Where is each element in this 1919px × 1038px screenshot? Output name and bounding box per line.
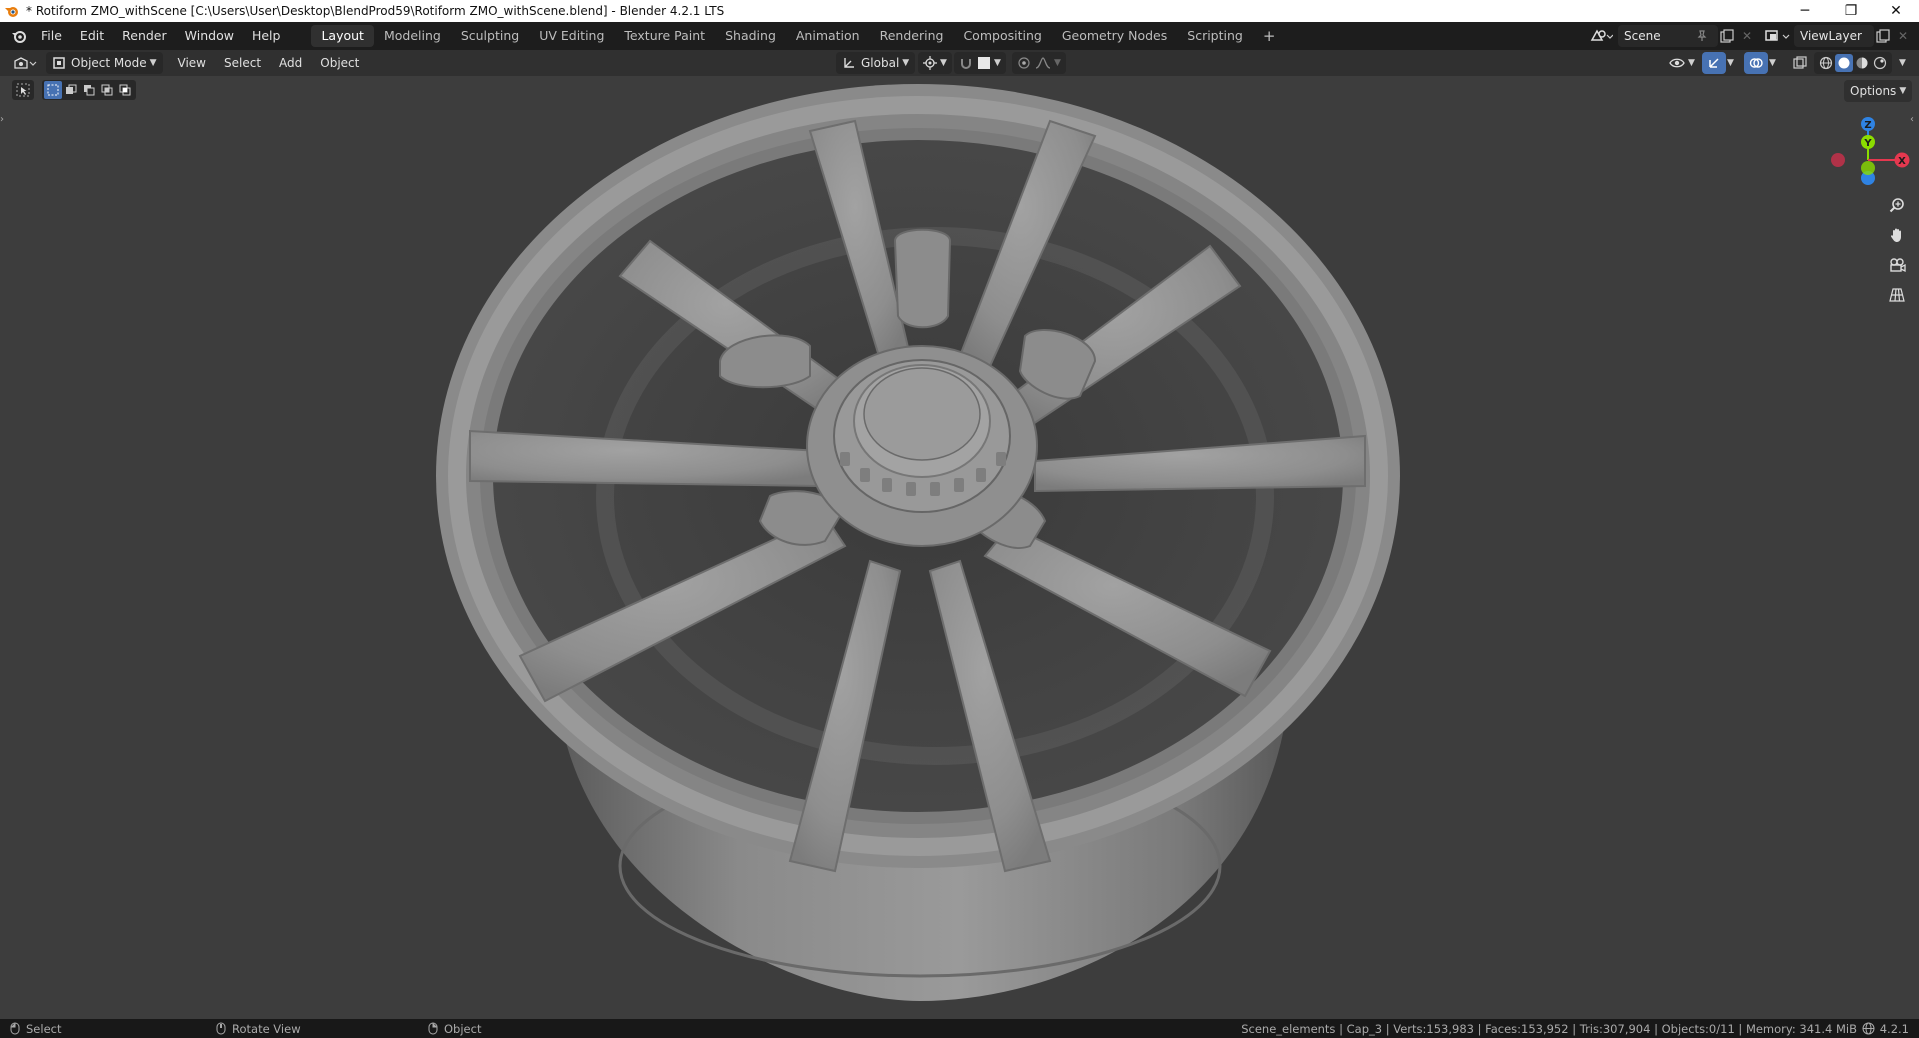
- menu-object[interactable]: Object: [311, 56, 368, 70]
- scene-name: Scene: [1624, 29, 1661, 43]
- solid-shading-icon[interactable]: [1835, 54, 1853, 72]
- view-layer-field[interactable]: ViewLayer: [1794, 25, 1874, 47]
- tab-rendering[interactable]: Rendering: [870, 25, 954, 47]
- selectability-visibility-dropdown[interactable]: ▼: [1666, 52, 1698, 74]
- overlays-icon: [1749, 56, 1763, 70]
- tab-sculpting[interactable]: Sculpting: [451, 25, 529, 47]
- gizmo-toggle-button[interactable]: [1702, 52, 1726, 74]
- falloff-curve-icon: [1035, 56, 1051, 70]
- menu-edit[interactable]: Edit: [71, 22, 113, 50]
- scene-statistics: Scene_elements | Cap_3 | Verts:153,983 |…: [1241, 1021, 1857, 1036]
- transform-orientation-dropdown[interactable]: Global ▼: [836, 52, 916, 74]
- chevron-down-icon: ▼: [940, 58, 947, 68]
- tab-uv-editing[interactable]: UV Editing: [529, 25, 614, 47]
- tab-texture-paint[interactable]: Texture Paint: [614, 25, 715, 47]
- chevron-down-icon: ▼: [149, 58, 157, 68]
- tab-compositing[interactable]: Compositing: [953, 25, 1051, 47]
- 3d-viewport[interactable]: Options ▼ › ‹ X Y Z: [0, 76, 1919, 1019]
- chevron-down-icon: ▼: [994, 58, 1001, 68]
- maximize-button[interactable]: ❐: [1828, 0, 1874, 22]
- new-scene-icon[interactable]: [1718, 27, 1736, 45]
- gizmo-dropdown[interactable]: ▼: [1724, 52, 1734, 74]
- overlays-toggle-button[interactable]: [1744, 52, 1768, 74]
- material-preview-icon[interactable]: [1853, 56, 1871, 70]
- chevron-down-icon: ▼: [1688, 58, 1695, 68]
- mode-dropdown[interactable]: Object Mode ▼: [46, 52, 163, 74]
- delete-view-layer-icon[interactable]: ✕: [1894, 27, 1912, 45]
- xray-toggle-button[interactable]: [1790, 52, 1810, 74]
- editor-type-button[interactable]: [10, 52, 40, 74]
- mouse-left-icon: [10, 1022, 20, 1035]
- tab-animation[interactable]: Animation: [786, 25, 870, 47]
- wheel-model[interactable]: [0, 76, 1919, 1019]
- window-titlebar: * Rotiform ZMO_withScene [C:\Users\User\…: [0, 0, 1919, 22]
- status-object-label: Object: [444, 1021, 482, 1036]
- menu-select[interactable]: Select: [215, 56, 270, 70]
- shading-mode-group: [1814, 52, 1892, 74]
- menu-file[interactable]: File: [32, 22, 71, 50]
- orientation-axes-icon: [842, 56, 856, 70]
- status-rotate-view-label: Rotate View: [232, 1021, 301, 1036]
- mode-label: Object Mode: [71, 56, 147, 70]
- view-layer-name: ViewLayer: [1800, 29, 1862, 43]
- snap-target-icon: [977, 56, 991, 70]
- close-window-button[interactable]: ✕: [1873, 0, 1919, 22]
- window-title: * Rotiform ZMO_withScene [C:\Users\User\…: [26, 4, 725, 18]
- mouse-right-icon: [428, 1022, 438, 1035]
- globe-icon: [1862, 1022, 1875, 1035]
- tab-geometry-nodes[interactable]: Geometry Nodes: [1052, 25, 1177, 47]
- tab-layout[interactable]: Layout: [311, 25, 374, 47]
- chevron-down-icon: ▼: [1769, 58, 1776, 68]
- shading-dropdown[interactable]: ▼: [1896, 52, 1906, 74]
- chevron-down-icon: ▼: [1727, 58, 1734, 68]
- eye-icon: [1669, 56, 1685, 70]
- overlays-dropdown[interactable]: ▼: [1766, 52, 1776, 74]
- snap-dropdown[interactable]: ▼: [954, 52, 1006, 74]
- mouse-middle-icon: [216, 1022, 226, 1035]
- menu-render[interactable]: Render: [113, 22, 176, 50]
- new-view-layer-icon[interactable]: [1874, 27, 1892, 45]
- add-workspace-button[interactable]: +: [1253, 25, 1286, 47]
- minimize-button[interactable]: ─: [1782, 0, 1828, 22]
- delete-scene-icon[interactable]: ✕: [1738, 27, 1756, 45]
- pivot-point-dropdown[interactable]: ▼: [918, 52, 952, 74]
- pin-icon[interactable]: [1694, 28, 1710, 44]
- object-mode-icon: [52, 56, 66, 70]
- view-layer-browse-icon[interactable]: [1762, 27, 1792, 45]
- orientation-label: Global: [861, 56, 900, 70]
- xray-icon: [1793, 56, 1807, 70]
- chevron-down-icon: ▼: [902, 58, 910, 68]
- wireframe-shading-icon[interactable]: [1817, 56, 1835, 70]
- tab-modeling[interactable]: Modeling: [374, 25, 451, 47]
- magnet-icon: [959, 56, 973, 70]
- tab-shading[interactable]: Shading: [715, 25, 786, 47]
- chevron-down-icon: ▼: [1899, 58, 1906, 68]
- status-select-label: Select: [26, 1021, 62, 1036]
- status-bar: Select Rotate View Object Scene_elements…: [0, 1019, 1919, 1038]
- tab-scripting[interactable]: Scripting: [1177, 25, 1253, 47]
- menu-view[interactable]: View: [169, 56, 215, 70]
- blender-menu-icon[interactable]: [6, 28, 32, 44]
- gizmo-icon: [1707, 56, 1721, 70]
- chevron-down-icon: ▼: [1054, 58, 1061, 68]
- menu-add[interactable]: Add: [270, 56, 311, 70]
- menu-help[interactable]: Help: [243, 22, 290, 50]
- proportional-editing-button[interactable]: ▼: [1012, 52, 1066, 74]
- pivot-icon: [923, 56, 937, 70]
- proportional-icon: [1017, 56, 1031, 70]
- rendered-shading-icon[interactable]: [1871, 56, 1889, 70]
- scene-browse-icon[interactable]: [1586, 27, 1616, 45]
- menu-window[interactable]: Window: [176, 22, 243, 50]
- blender-logo-icon: [4, 3, 20, 19]
- version-label: 4.2.1: [1879, 1021, 1909, 1036]
